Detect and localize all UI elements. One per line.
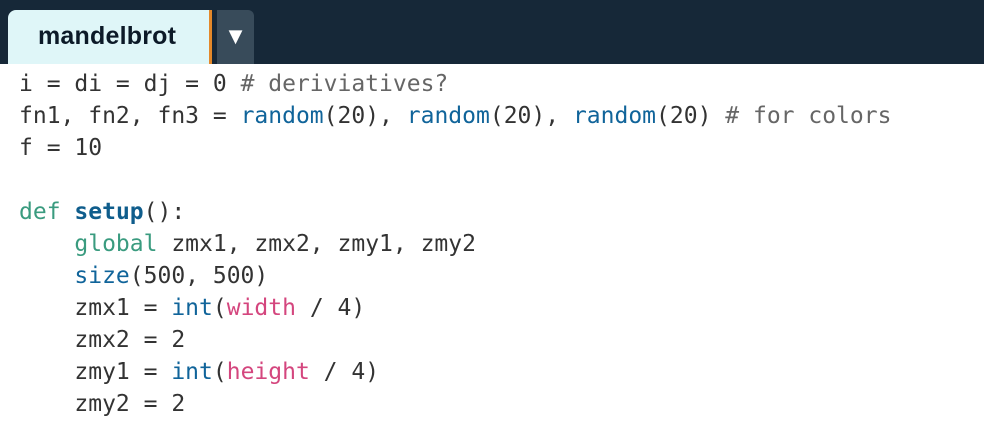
code-token-builtin: random bbox=[572, 103, 657, 129]
tab-bar: mandelbrot ▼ bbox=[0, 0, 984, 64]
code-editor[interactable]: i = di = dj = 0 # deriviatives? fn1, fn2,… bbox=[0, 64, 984, 432]
tab-label: mandelbrot bbox=[38, 22, 177, 50]
code-token-plain: ( bbox=[212, 359, 227, 385]
code-token-plain: (20), bbox=[323, 103, 407, 129]
code-token-keyword: global bbox=[74, 231, 158, 257]
code-line: size(500, 500) bbox=[19, 260, 891, 292]
tab-mandelbrot[interactable]: mandelbrot bbox=[8, 10, 212, 64]
code-token-builtin: size bbox=[74, 263, 130, 289]
code-line: zmx1 = int(width / 4) bbox=[19, 292, 891, 324]
code-token-keyword: def bbox=[19, 199, 61, 225]
code-token-plain: zmy1 = bbox=[19, 359, 172, 385]
code-line: zmx2 = 2 bbox=[19, 324, 891, 356]
code-line: zmy2 = 2 bbox=[19, 388, 891, 420]
code-line: zmy1 = int(height / 4) bbox=[19, 356, 891, 388]
code-token-plain: zmx1, zmx2, zmy1, zmy2 bbox=[157, 231, 476, 257]
code-token-plain: (20) bbox=[656, 103, 726, 129]
code-token-plain: (): bbox=[143, 199, 186, 225]
code-line: def setup(): bbox=[19, 196, 891, 228]
code-token-variable: width bbox=[226, 295, 296, 321]
code-token-plain: / 4) bbox=[309, 359, 380, 385]
code-token-plain: zmy2 = 2 bbox=[19, 391, 186, 417]
code-line: global zmx1, zmx2, zmy1, zmy2 bbox=[19, 228, 891, 260]
code-token-plain: fn1, fn2, fn3 = bbox=[19, 103, 241, 129]
code-lines: i = di = dj = 0 # deriviatives? fn1, fn2,… bbox=[19, 68, 891, 420]
code-line: fn1, fn2, fn3 = random(20), random(20), … bbox=[19, 100, 891, 132]
code-line: f = 10 bbox=[19, 132, 891, 164]
chevron-down-icon: ▼ bbox=[228, 26, 243, 47]
code-token-plain: (20), bbox=[489, 103, 573, 129]
code-token-comment: # for colors bbox=[725, 103, 892, 129]
code-line: i = di = dj = 0 # deriviatives? bbox=[19, 68, 891, 100]
tab-menu-button[interactable]: ▼ bbox=[217, 10, 254, 64]
code-token-builtin: int bbox=[171, 295, 213, 321]
code-token-plain: ( bbox=[212, 295, 227, 321]
code-token-plain: (500, 500) bbox=[129, 263, 269, 289]
code-token-plain: i = di = dj = 0 bbox=[19, 71, 241, 97]
code-token-builtin: int bbox=[171, 359, 213, 385]
code-token-plain: f = 10 bbox=[19, 135, 103, 161]
code-token-plain: / 4) bbox=[295, 295, 366, 321]
code-token-variable: height bbox=[226, 359, 310, 385]
code-token-plain: zmx2 = 2 bbox=[19, 327, 186, 353]
code-token-comment: # deriviatives? bbox=[240, 71, 449, 97]
code-token-builtin: random bbox=[406, 103, 490, 129]
code-token-builtin: random bbox=[240, 103, 324, 129]
code-token-plain: zmx1 = bbox=[19, 295, 172, 321]
code-token-defname: setup bbox=[74, 199, 144, 225]
